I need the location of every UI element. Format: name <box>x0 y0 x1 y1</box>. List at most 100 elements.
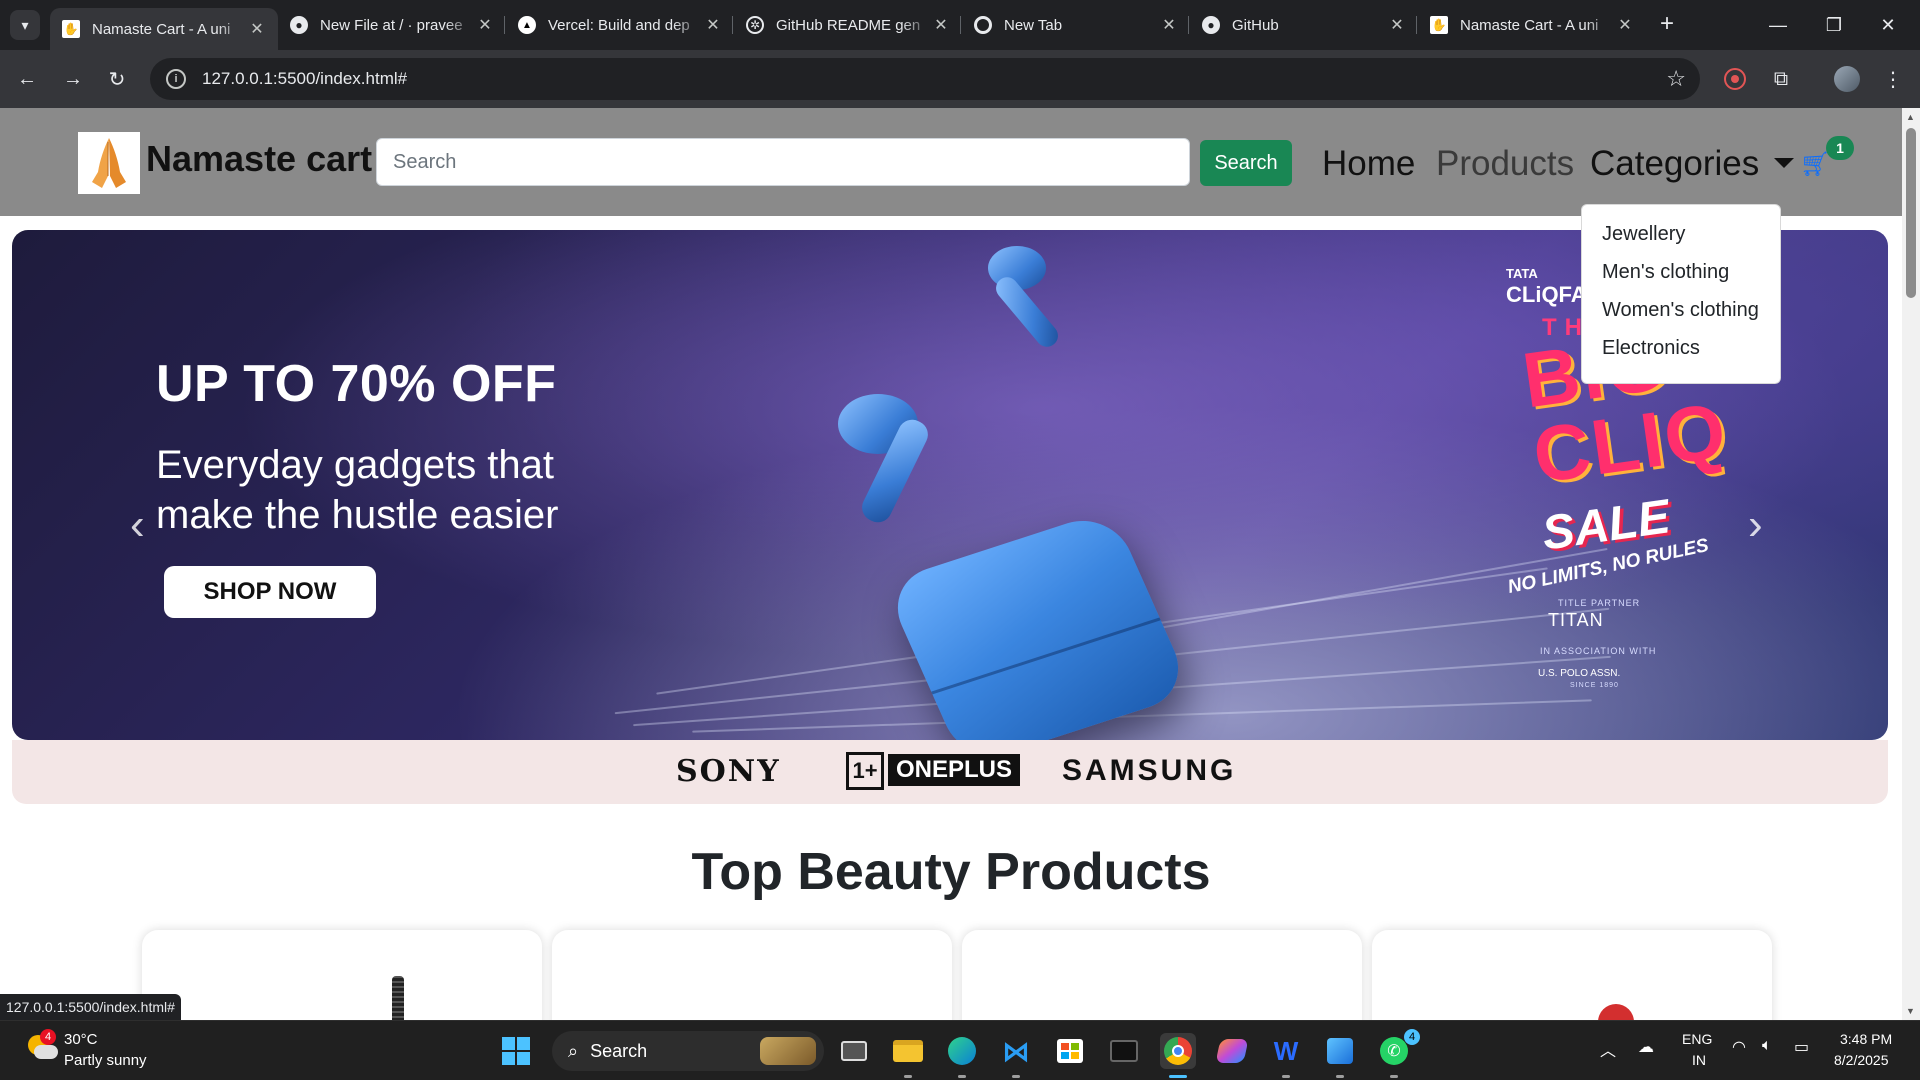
promo-since: SINCE 1890 <box>1570 682 1619 689</box>
category-jewellery[interactable]: Jewellery <box>1582 215 1780 253</box>
nav-categories-dropdown[interactable]: Categories <box>1590 144 1759 184</box>
show-hidden-icons-chevron-up-icon[interactable]: ︿ <box>1600 1037 1616 1061</box>
copilot-icon[interactable] <box>1214 1033 1250 1069</box>
promo-partner-label: TITLE PARTNER <box>1558 598 1641 608</box>
browser-tab-strip: ▾ ✋ Namaste Cart - A uni ✕ ● New File at… <box>0 0 1920 50</box>
vscode-icon[interactable]: ⋈ <box>998 1033 1034 1069</box>
carousel-next-icon[interactable]: › <box>1748 500 1763 550</box>
restore-button[interactable]: ❐ <box>1814 8 1854 42</box>
reload-button[interactable]: ↻ <box>100 62 134 96</box>
tab-title: New Tab <box>1004 16 1063 34</box>
edge-icon[interactable] <box>944 1033 980 1069</box>
language-indicator[interactable]: ENG <box>1682 1031 1712 1047</box>
taskbar-date[interactable]: 8/2/2025 <box>1834 1052 1889 1068</box>
browser-toolbar: ← → ↻ i 127.0.0.1:5500/index.html# ☆ ⧉ ⋮ <box>0 50 1920 108</box>
product-card[interactable] <box>552 930 952 1020</box>
chevron-down-icon[interactable] <box>1774 158 1794 168</box>
address-url[interactable]: 127.0.0.1:5500/index.html# <box>202 69 407 89</box>
tab-title: Namaste Cart - A uni <box>1460 16 1599 34</box>
tab-title: GitHub README gen <box>776 16 921 34</box>
promo-cliq: CLiQFA <box>1506 282 1587 307</box>
close-icon[interactable]: ✕ <box>248 19 266 39</box>
tab-namaste-cart[interactable]: ✋ Namaste Cart - A uni ✕ <box>50 8 278 50</box>
new-tab-button[interactable]: + <box>1652 10 1682 38</box>
chrome-taskbar-icon[interactable] <box>1160 1033 1196 1069</box>
search-input[interactable] <box>376 138 1190 186</box>
task-view-icon[interactable] <box>836 1033 872 1069</box>
address-bar[interactable]: i 127.0.0.1:5500/index.html# ☆ <box>150 58 1700 100</box>
close-icon[interactable]: ✕ <box>1160 15 1178 35</box>
openai-icon: ✲ <box>746 16 764 34</box>
tab-readme-generator[interactable]: ✲ GitHub README gen ✕ <box>734 8 962 42</box>
close-icon[interactable]: ✕ <box>704 15 722 35</box>
product-card[interactable] <box>142 930 542 1020</box>
back-button[interactable]: ← <box>10 62 44 96</box>
tab-vercel[interactable]: ▲ Vercel: Build and dep ✕ <box>506 8 734 42</box>
close-icon[interactable]: ✕ <box>932 15 950 35</box>
taskbar-search-label: Search <box>590 1040 648 1061</box>
weather-description[interactable]: Partly sunny <box>64 1052 147 1069</box>
profile-avatar[interactable] <box>1832 64 1862 94</box>
chrome-icon <box>974 16 992 34</box>
vercel-icon: ▲ <box>518 16 536 34</box>
extensions-puzzle-icon[interactable]: ⧉ <box>1766 64 1796 94</box>
category-womens-clothing[interactable]: Women's clothing <box>1582 291 1780 329</box>
cart-icon[interactable]: 🛒︎ <box>1800 150 1830 179</box>
region-indicator[interactable]: IN <box>1692 1052 1706 1068</box>
microsoft-store-icon[interactable] <box>1052 1033 1088 1069</box>
forward-button[interactable]: → <box>56 62 90 96</box>
product-card[interactable] <box>962 930 1362 1020</box>
close-icon[interactable]: ✕ <box>1388 15 1406 35</box>
tab-new-tab[interactable]: New Tab ✕ <box>962 8 1190 42</box>
github-icon: ● <box>1202 16 1220 34</box>
scrollbar-thumb[interactable] <box>1906 128 1916 298</box>
promo-assoc-label: IN ASSOCIATION WITH <box>1540 646 1657 656</box>
tab-namaste-cart-2[interactable]: ✋ Namaste Cart - A uni ✕ <box>1418 8 1646 42</box>
chrome-menu-icon[interactable]: ⋮ <box>1878 64 1908 94</box>
nav-home-link[interactable]: Home <box>1322 144 1415 184</box>
terminal-icon[interactable] <box>1106 1033 1142 1069</box>
page-viewport: Namaste cart Search Home Products Catego… <box>0 108 1902 1020</box>
close-icon[interactable]: ✕ <box>1616 15 1634 35</box>
taskbar-time[interactable]: 3:48 PM <box>1840 1031 1892 1047</box>
tab-github-new-file[interactable]: ● New File at / · pravee ✕ <box>278 8 506 42</box>
tab-title: GitHub <box>1232 16 1279 34</box>
category-electronics[interactable]: Electronics <box>1582 329 1780 367</box>
site-logo[interactable] <box>78 132 140 194</box>
start-button-windows-icon[interactable] <box>502 1037 530 1065</box>
site-info-icon[interactable]: i <box>166 69 186 89</box>
bookmark-star-icon[interactable]: ☆ <box>1666 66 1686 92</box>
site-brand[interactable]: Namaste cart <box>146 138 372 180</box>
shop-now-button[interactable]: SHOP NOW <box>164 566 376 618</box>
carousel-prev-icon[interactable]: ‹ <box>130 500 145 550</box>
wifi-icon[interactable]: ◠ <box>1732 1037 1746 1057</box>
category-mens-clothing[interactable]: Men's clothing <box>1582 253 1780 291</box>
promo-tata: TATA <box>1506 266 1538 281</box>
page-scrollbar[interactable]: ▲ ▼ <box>1902 108 1920 1020</box>
search-button[interactable]: Search <box>1200 140 1292 186</box>
close-window-button[interactable]: ✕ <box>1868 8 1908 42</box>
onedrive-cloud-icon[interactable]: ☁ <box>1638 1037 1654 1057</box>
taskbar-search-box[interactable]: ⌕ Search <box>552 1031 824 1071</box>
praying-hands-icon <box>92 138 126 188</box>
minimize-button[interactable]: — <box>1758 8 1798 42</box>
categories-dropdown-menu: Jewellery Men's clothing Women's clothin… <box>1581 204 1781 384</box>
product-card[interactable] <box>1372 930 1772 1020</box>
paint-app-icon[interactable] <box>1322 1033 1358 1069</box>
samsung-logo: SAMSUNG <box>1062 754 1237 787</box>
hero-subline: Everyday gadgets that make the hustle ea… <box>156 443 559 537</box>
nav-products-link[interactable]: Products <box>1436 144 1574 184</box>
volume-icon[interactable]: 🔈︎ <box>1762 1037 1772 1055</box>
search-icon: ⌕ <box>568 1040 579 1061</box>
battery-icon[interactable]: ▭ <box>1794 1037 1809 1057</box>
weather-temperature[interactable]: 30°C <box>64 1031 98 1048</box>
close-icon[interactable]: ✕ <box>476 15 494 35</box>
section-title: Top Beauty Products <box>691 843 1211 901</box>
tab-search-button[interactable]: ▾ <box>10 10 40 40</box>
extension-record-icon[interactable] <box>1720 64 1750 94</box>
tab-github[interactable]: ● GitHub ✕ <box>1190 8 1418 42</box>
cart-count-badge: 1 <box>1826 136 1854 160</box>
tab-title: New File at / · pravee <box>320 16 463 34</box>
file-explorer-icon[interactable] <box>890 1033 926 1069</box>
webstorm-icon[interactable]: W <box>1268 1033 1304 1069</box>
